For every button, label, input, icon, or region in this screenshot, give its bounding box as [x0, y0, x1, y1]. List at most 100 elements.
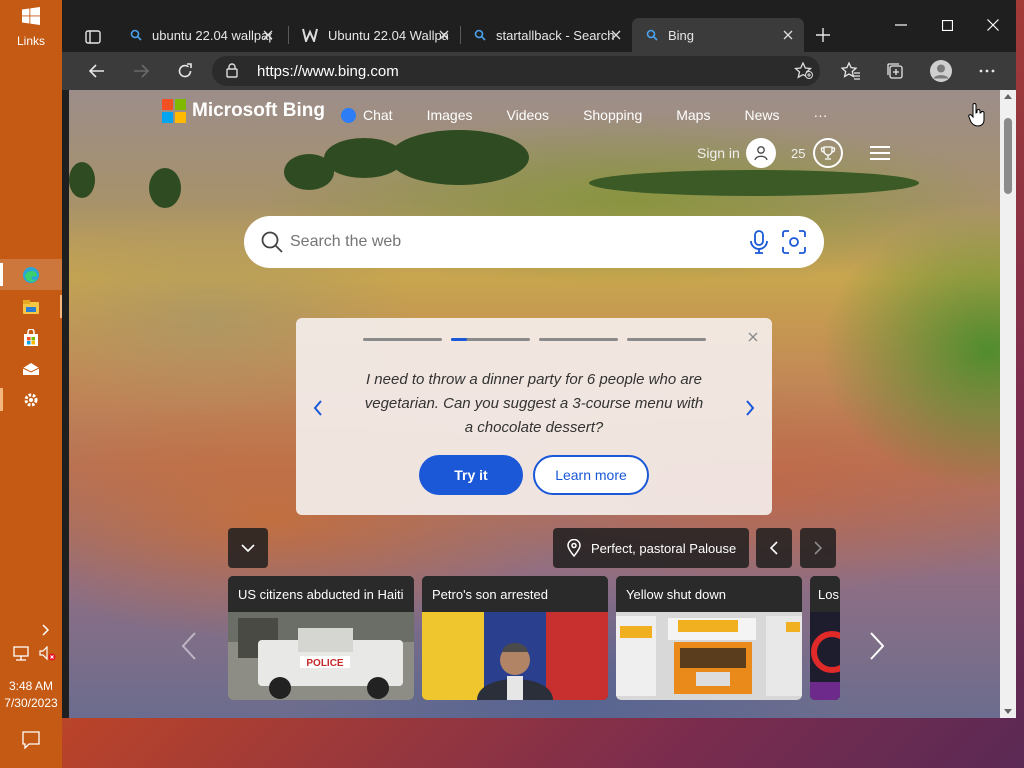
- profile-button[interactable]: [928, 59, 954, 83]
- carousel-step-active[interactable]: [451, 338, 530, 341]
- network-icon[interactable]: [12, 646, 30, 662]
- news-title: Los: [810, 576, 840, 612]
- background-trees: [589, 170, 919, 196]
- collapse-feed-button[interactable]: [228, 528, 268, 568]
- tab-close-button[interactable]: [260, 27, 276, 43]
- chevron-right-icon[interactable]: [745, 400, 755, 416]
- taskbar-store[interactable]: [0, 322, 62, 353]
- bing-logo[interactable]: Microsoft Bing: [162, 99, 325, 123]
- minimize-button[interactable]: [888, 12, 914, 38]
- tab-bing[interactable]: Bing: [632, 18, 804, 52]
- tab-ubuntu-wallpapers[interactable]: Ubuntu 22.04 Wallpapers: [288, 18, 460, 52]
- location-pin-icon: [567, 539, 581, 557]
- news-next-icon[interactable]: [869, 632, 885, 660]
- background-trees: [149, 168, 181, 208]
- tab-actions-button[interactable]: [82, 26, 104, 48]
- tab-close-button[interactable]: [608, 27, 624, 43]
- links-toolbar-label[interactable]: Links: [0, 34, 62, 48]
- folder-icon: [23, 299, 39, 314]
- prompt-text: I need to throw a dinner party for 6 peo…: [364, 371, 704, 436]
- menu-button[interactable]: [869, 145, 891, 161]
- news-card-yellow[interactable]: Yellow shut down: [616, 576, 802, 700]
- volume-muted-icon[interactable]: [38, 646, 56, 662]
- address-bar[interactable]: https://www.bing.com: [212, 56, 820, 86]
- nav-more[interactable]: ···: [813, 107, 827, 123]
- favorites-button[interactable]: [838, 59, 864, 83]
- visual-search-icon[interactable]: [781, 229, 807, 255]
- maximize-button[interactable]: [934, 12, 960, 38]
- tab-ubuntu-wallpaper-search[interactable]: ubuntu 22.04 wallpaper: [116, 18, 284, 52]
- clock[interactable]: 3:48 AM 7/30/2023: [0, 678, 62, 712]
- scrollbar-thumb[interactable]: [1004, 118, 1012, 194]
- search-input[interactable]: [290, 229, 730, 255]
- nav-images[interactable]: Images: [427, 107, 473, 123]
- taskbar-file-explorer[interactable]: [0, 291, 63, 322]
- tab-startallback-search[interactable]: startallback - Search: [460, 18, 632, 52]
- svg-text:POLICE: POLICE: [306, 658, 344, 669]
- maximize-icon: [941, 19, 953, 31]
- news-previous-icon[interactable]: [181, 632, 197, 660]
- show-hidden-icons-button[interactable]: [0, 620, 62, 640]
- rewards-button[interactable]: [813, 138, 843, 168]
- search-icon: [646, 29, 658, 41]
- wallpaper-site-icon: [302, 28, 318, 42]
- tab-close-button[interactable]: [436, 27, 452, 43]
- url-text[interactable]: https://www.bing.com: [257, 63, 399, 80]
- system-tray: [12, 646, 56, 662]
- carousel-step[interactable]: [627, 338, 706, 341]
- nav-videos[interactable]: Videos: [507, 107, 550, 123]
- collections-icon: [887, 63, 903, 79]
- try-it-button[interactable]: Try it: [419, 455, 523, 495]
- nav-news[interactable]: News: [744, 107, 779, 123]
- close-icon[interactable]: [748, 332, 758, 342]
- refresh-button[interactable]: [172, 59, 198, 83]
- nav-shopping[interactable]: Shopping: [583, 107, 642, 123]
- close-icon: [783, 30, 793, 40]
- windows-logo-icon: [22, 7, 40, 25]
- minimize-icon: [895, 24, 907, 26]
- image-info-button[interactable]: Perfect, pastoral Palouse: [553, 528, 749, 568]
- chat-icon: [341, 107, 356, 123]
- action-center-button[interactable]: [0, 730, 62, 750]
- forward-button[interactable]: [128, 59, 154, 83]
- close-window-button[interactable]: [980, 12, 1006, 38]
- carousel-step[interactable]: [363, 338, 442, 341]
- news-card-partial[interactable]: Los: [810, 576, 840, 700]
- news-card-petro[interactable]: Petro's son arrested: [422, 576, 608, 700]
- chevron-left-icon[interactable]: [313, 400, 323, 416]
- news-image-trucks: [616, 612, 802, 700]
- new-tab-button[interactable]: [812, 24, 834, 46]
- add-favorite-icon[interactable]: [794, 62, 814, 80]
- lock-icon[interactable]: [226, 63, 238, 78]
- chevron-right-icon: [42, 624, 50, 636]
- tab-close-button[interactable]: [780, 27, 796, 43]
- scroll-down-icon[interactable]: [1004, 709, 1012, 714]
- nav-maps[interactable]: Maps: [676, 107, 710, 123]
- bing-logo-text: Microsoft Bing: [192, 100, 325, 121]
- rewards-points[interactable]: 25: [791, 146, 805, 161]
- tab-title: ubuntu 22.04 wallpaper: [152, 27, 272, 43]
- previous-image-button[interactable]: [756, 528, 792, 568]
- taskbar-mail[interactable]: [0, 353, 62, 384]
- next-image-button[interactable]: [800, 528, 836, 568]
- tab-title: Bing: [668, 27, 695, 43]
- learn-more-button[interactable]: Learn more: [533, 455, 649, 495]
- settings-more-button[interactable]: [974, 59, 1000, 83]
- collections-button[interactable]: [882, 59, 908, 83]
- refresh-icon: [178, 63, 192, 78]
- bing-top-nav: Chat Images Videos Shopping Maps News ··…: [341, 107, 861, 123]
- taskbar-edge[interactable]: [0, 259, 62, 290]
- carousel-step[interactable]: [539, 338, 618, 341]
- news-card-haiti[interactable]: US citizens abducted in Haiti POLICE: [228, 576, 414, 700]
- nav-chat[interactable]: Chat: [341, 107, 393, 123]
- clock-date: 7/30/2023: [4, 696, 58, 710]
- search-box[interactable]: [244, 216, 824, 268]
- page-scrollbar[interactable]: [1000, 90, 1016, 718]
- start-button[interactable]: [0, 5, 62, 27]
- news-title: Petro's son arrested: [422, 576, 608, 612]
- sign-in-button[interactable]: Sign in: [697, 138, 776, 168]
- scroll-up-icon[interactable]: [1004, 94, 1012, 99]
- taskbar-settings[interactable]: [0, 384, 62, 415]
- back-button[interactable]: [84, 59, 110, 83]
- microphone-icon[interactable]: [749, 230, 769, 254]
